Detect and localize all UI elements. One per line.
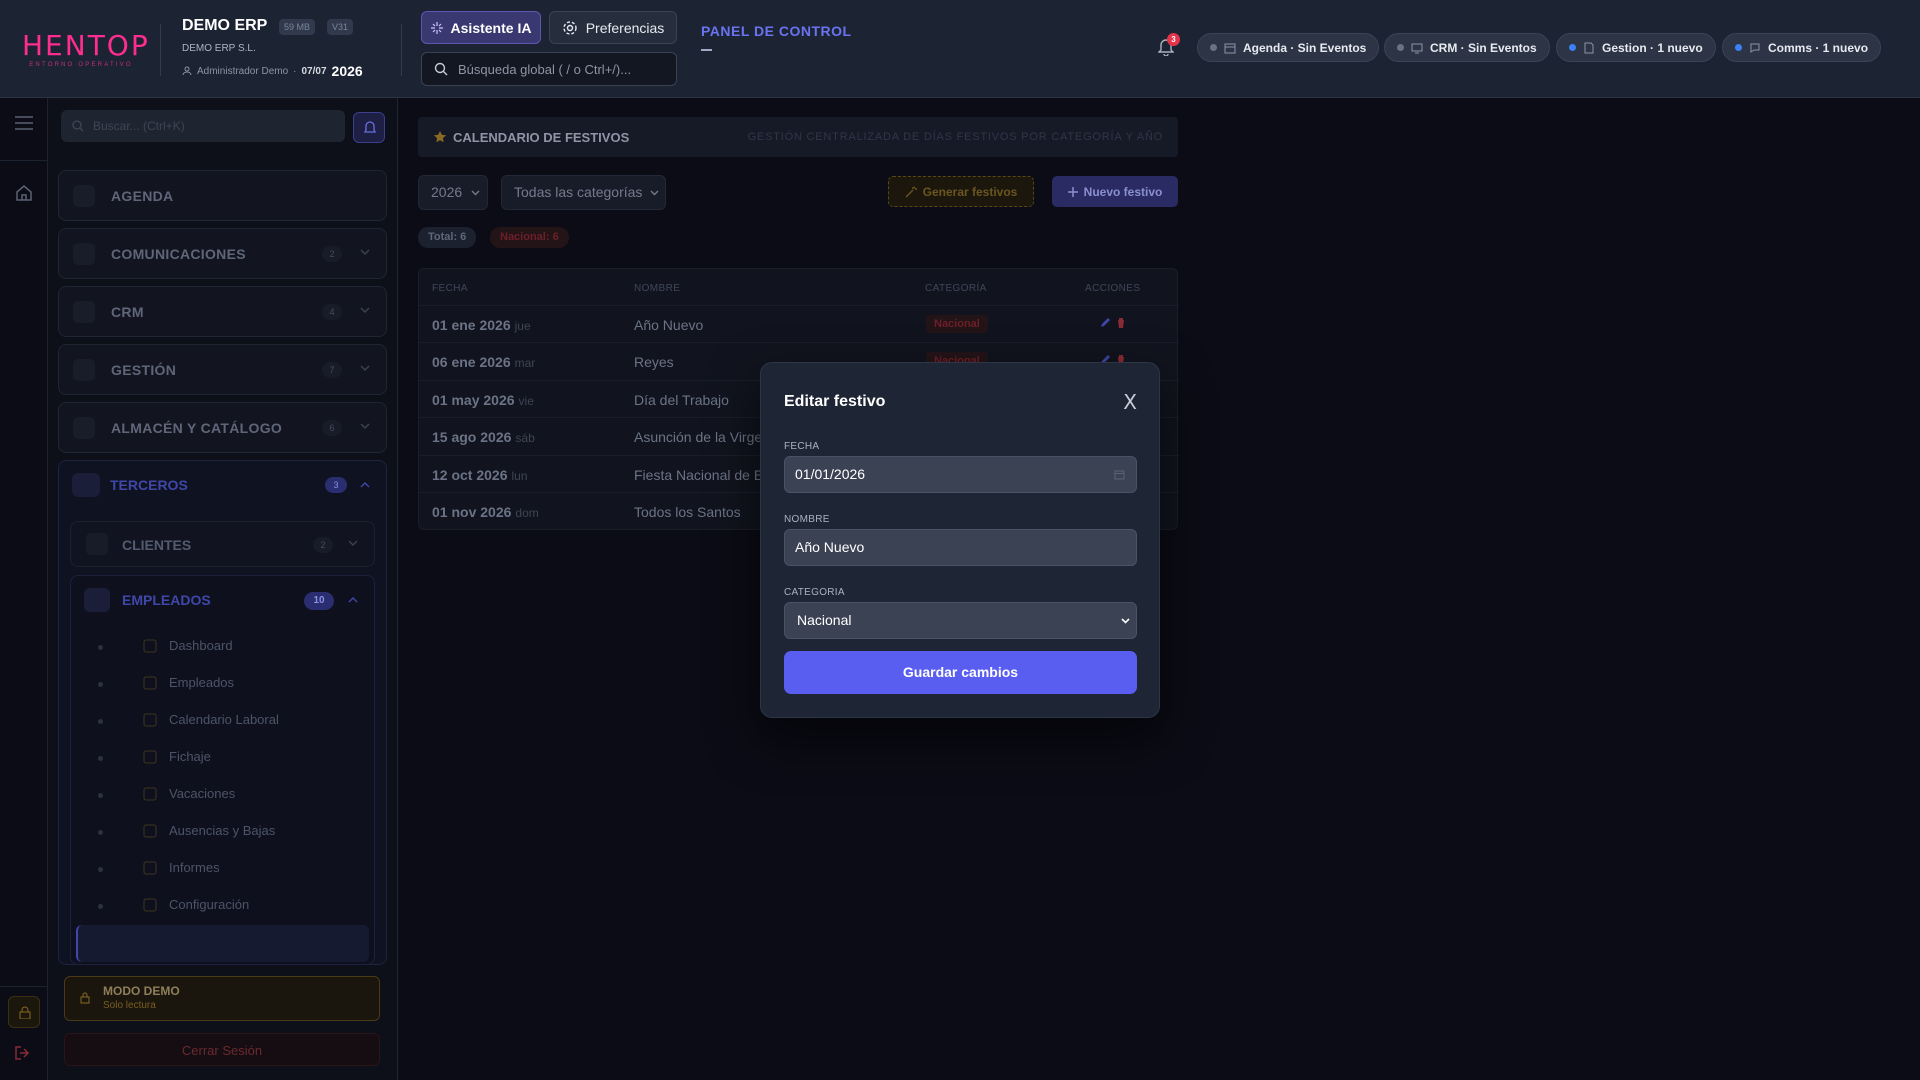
close-button[interactable]: X [1123, 390, 1137, 414]
modal-title: Editar festivo [784, 393, 886, 410]
chevron-down-icon [1121, 618, 1130, 624]
name-field[interactable]: Año Nuevo [784, 529, 1137, 566]
name-field-label: NOMBRE [784, 514, 830, 525]
category-select[interactable]: Nacional [784, 602, 1137, 639]
category-select-value: Nacional [797, 612, 852, 628]
date-field-value: 01/01/2026 [795, 466, 866, 482]
edit-holiday-modal: Editar festivo X FECHA 01/01/2026 NOMBRE… [760, 362, 1160, 718]
category-field-label: CATEGORIA [784, 587, 845, 598]
date-field-label: FECHA [784, 441, 820, 452]
calendar-icon[interactable] [1114, 469, 1125, 480]
date-field[interactable]: 01/01/2026 [784, 456, 1137, 493]
save-changes-button[interactable]: Guardar cambios [784, 651, 1137, 694]
